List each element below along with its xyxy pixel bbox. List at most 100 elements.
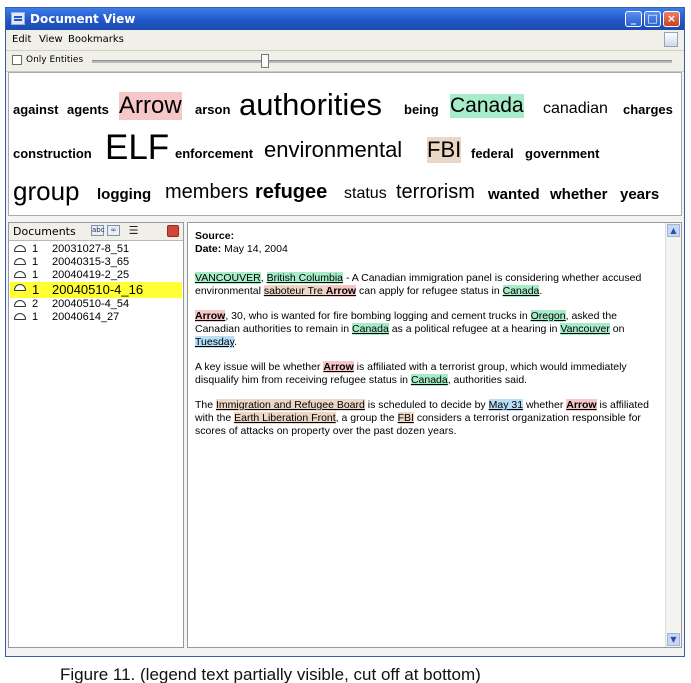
tag-canada[interactable]: Canada (450, 94, 524, 118)
tag-federal[interactable]: federal (471, 146, 514, 161)
entity-loc[interactable]: VANCOUVER (195, 272, 261, 284)
document-row[interactable]: 1 20040614_27 (10, 311, 182, 324)
text-segment: , (260, 272, 267, 284)
document-count: 1 (32, 256, 39, 268)
entity-loc[interactable]: British Columbia (266, 272, 344, 284)
menu-view[interactable]: View (39, 34, 63, 45)
entity-org[interactable]: Earth Liberation Front (234, 412, 336, 424)
tag-fbi[interactable]: FBI (427, 137, 462, 163)
entity-loc[interactable]: Canada (410, 374, 448, 386)
tag-environmental[interactable]: environmental (264, 137, 402, 163)
documents-title: Documents (13, 225, 76, 238)
document-name: 20040510-4_16 (52, 282, 144, 297)
text-segment: . (539, 285, 543, 297)
maximize-button[interactable]: □ (644, 11, 661, 27)
scroll-up-icon[interactable]: ▲ (667, 224, 680, 237)
abc-icon[interactable]: abc (91, 225, 105, 236)
entity-org[interactable]: FBI (397, 412, 414, 424)
source-label: Source: (195, 230, 235, 242)
document-body: VANCOUVER, British Columbia - A Canadian… (195, 272, 661, 438)
text-segment: , 30, who is wanted for fire bombing log… (225, 310, 531, 322)
entity-loc[interactable]: Canada (352, 323, 389, 335)
entity-loc[interactable]: Oregon (530, 310, 566, 322)
text-segment: , authorities said. (447, 374, 528, 386)
tag-against[interactable]: against (13, 102, 59, 117)
tag-years[interactable]: years (620, 186, 659, 203)
entity-org[interactable]: Immigration and Refugee Board (216, 399, 365, 411)
only-entities-checkbox[interactable] (12, 55, 22, 65)
text-segment: can apply for refugee status in (356, 285, 503, 297)
text-segment: as a political refugee at a hearing in (388, 323, 561, 335)
vertical-scrollbar[interactable]: ▲ ▼ (665, 223, 681, 647)
document-row[interactable]: 1 20031027-8_51 (10, 243, 182, 256)
document-row-selected[interactable]: 1 20040510-4_16 (10, 282, 182, 298)
only-entities-label: Only Entities (26, 55, 84, 65)
tag-wanted[interactable]: wanted (488, 186, 540, 203)
document-state-icon (14, 245, 26, 252)
entity-person[interactable]: Arrow (325, 285, 357, 297)
menu-bookmarks[interactable]: Bookmarks (68, 34, 124, 45)
tag-construction[interactable]: construction (13, 146, 92, 161)
document-row[interactable]: 1 20040315-3_65 (10, 256, 182, 269)
tag-terrorism[interactable]: terrorism (396, 181, 475, 204)
tag-logging[interactable]: logging (97, 186, 151, 203)
tag-members[interactable]: members (165, 181, 248, 204)
slider-track[interactable] (92, 60, 672, 63)
tag-arson[interactable]: arson (195, 102, 230, 117)
documents-pane: Documents abc ∞ ☰ 1 20031027-8_51 1 2004031… (8, 222, 184, 648)
document-icon[interactable] (664, 32, 678, 47)
minimize-button[interactable]: _ (625, 11, 642, 27)
entity-person[interactable]: Arrow (195, 310, 226, 322)
entity-org[interactable]: saboteur Tre (263, 285, 326, 297)
tag-group[interactable]: group (13, 176, 80, 207)
tag-enforcement[interactable]: enforcement (175, 146, 253, 161)
tag-charges[interactable]: charges (623, 102, 673, 117)
close-pane-icon[interactable] (167, 225, 179, 237)
title-bar[interactable]: Document View _ □ × (6, 8, 684, 30)
menu-edit[interactable]: Edit (12, 34, 31, 45)
scroll-down-icon[interactable]: ▼ (667, 633, 680, 646)
list-icon[interactable]: ☰ (127, 225, 140, 236)
entity-date[interactable]: May 31 (488, 399, 524, 411)
document-name: 20040614_27 (52, 311, 120, 323)
tag-authorities[interactable]: authorities (239, 87, 382, 123)
tag-agents[interactable]: agents (67, 102, 109, 117)
text-segment: A key issue will be whether (195, 361, 324, 373)
document-row[interactable]: 1 20040419-2_25 (10, 269, 182, 282)
entity-person[interactable]: Arrow (566, 399, 597, 411)
tag-government[interactable]: government (525, 146, 599, 161)
tag-arrow[interactable]: Arrow (119, 92, 182, 120)
document-name: 20040419-2_25 (52, 269, 130, 281)
text-segment: The (195, 399, 217, 411)
tag-status[interactable]: status (344, 185, 387, 203)
entity-loc[interactable]: Canada (502, 285, 540, 297)
slider-thumb[interactable] (260, 54, 269, 68)
entity-date[interactable]: Tuesday (195, 336, 235, 348)
document-state-icon (14, 313, 26, 320)
close-button[interactable]: × (663, 11, 680, 27)
document-name: 20040510-4_54 (52, 298, 130, 310)
document-content: Source: Date: May 14, 2004 VANCOUVER, Br… (195, 230, 661, 450)
document-name: 20031027-8_51 (52, 243, 130, 255)
document-count: 1 (32, 243, 39, 255)
tag-being[interactable]: being (404, 102, 439, 117)
link-icon[interactable]: ∞ (107, 225, 120, 236)
tag-canadian[interactable]: canadian (543, 100, 608, 118)
document-count: 1 (32, 282, 40, 297)
document-state-icon (14, 258, 26, 265)
document-state-icon (14, 300, 26, 307)
filter-toolbar: Only Entities (6, 51, 684, 72)
source-line: Source: (195, 230, 661, 243)
app-icon (11, 12, 25, 25)
date-label: Date: (195, 243, 222, 255)
document-count: 2 (32, 298, 39, 310)
entity-loc[interactable]: Vancouver (560, 323, 610, 335)
entity-person[interactable]: Arrow (323, 361, 354, 373)
tag-whether[interactable]: whether (550, 186, 608, 203)
figure-caption: Figure 11. (legend text partially visibl… (60, 665, 481, 683)
document-paragraph: Arrow, 30, who is wanted for fire bombin… (195, 310, 661, 349)
tag-elf[interactable]: ELF (105, 128, 169, 168)
tag-refugee[interactable]: refugee (255, 181, 327, 204)
document-row[interactable]: 2 20040510-4_54 (10, 298, 182, 311)
text-segment: . (234, 336, 238, 348)
